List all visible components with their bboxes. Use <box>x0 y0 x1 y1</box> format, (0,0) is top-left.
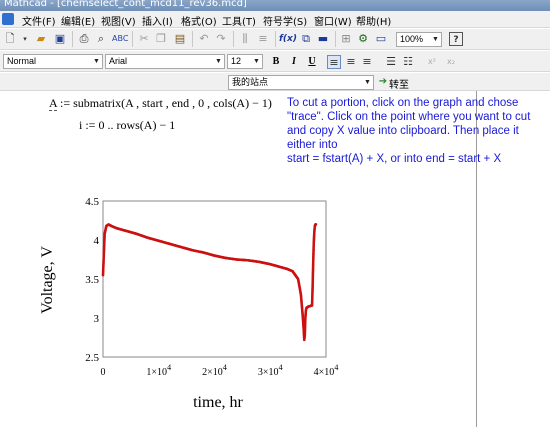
note-line: "trace". Click on the point where you wa… <box>287 111 531 123</box>
align-right-icon[interactable]: ≡ <box>360 55 374 69</box>
font-size-select[interactable]: 12 ▼ <box>227 54 263 69</box>
range-expression: 0 .. rows(A) − 1 <box>98 118 176 132</box>
range-definition[interactable]: i := 0 .. rows(A) − 1 <box>79 118 175 133</box>
spell-check-icon[interactable]: ABC <box>112 32 128 46</box>
insert-hyperlink-icon[interactable]: ⊞ <box>339 32 353 46</box>
toolbar-separator <box>192 31 193 47</box>
align-across-icon[interactable]: ⫼ <box>238 32 252 46</box>
insert-unit-icon[interactable]: ⧉ <box>299 32 313 46</box>
help-icon[interactable]: ? <box>449 32 463 46</box>
chevron-down-icon: ▼ <box>215 58 222 65</box>
undo-icon[interactable]: ↶ <box>197 32 211 46</box>
go-button[interactable]: 转至 <box>389 76 409 91</box>
bullet-list-icon[interactable]: ☰ <box>384 55 398 69</box>
insert-function-icon[interactable]: f(x) <box>279 32 297 46</box>
run-script-icon[interactable]: ▭ <box>374 32 388 46</box>
align-center-icon[interactable]: ≡ <box>344 55 358 69</box>
note-line: To cut a portion, click on the graph and… <box>287 97 519 109</box>
note-line: start = fstart(A) + X, or into end = sta… <box>287 153 502 165</box>
numbered-list-icon[interactable]: ☷ <box>401 55 415 69</box>
chevron-down-icon: ▼ <box>93 58 100 65</box>
style-value: Normal <box>7 56 37 66</box>
chevron-down-icon: ▼ <box>253 58 260 65</box>
menu-tools[interactable]: 工具(T) <box>222 13 256 28</box>
align-left-icon[interactable]: ≡ <box>327 55 341 69</box>
print-icon[interactable]: ⎙ <box>77 32 91 46</box>
menu-symbolics[interactable]: 符号学(S) <box>263 13 307 28</box>
menu-view[interactable]: 视图(V) <box>101 13 136 28</box>
menu-insert[interactable]: 插入(I) <box>142 13 173 28</box>
toolbar-separator <box>233 31 234 47</box>
align-down-icon[interactable]: ≡ <box>256 32 270 46</box>
bold-button[interactable]: B <box>269 55 283 69</box>
chevron-down-icon: ▼ <box>432 36 439 43</box>
menu-bar: 文件(F) 编辑(E) 视图(V) 插入(I) 格式(O) 工具(T) 符号学(… <box>0 11 550 28</box>
chevron-down-icon: ▼ <box>364 79 371 86</box>
app-logo-icon[interactable] <box>2 13 14 25</box>
new-document-icon[interactable]: 🗋 <box>3 32 17 46</box>
font-select[interactable]: Arial ▼ <box>105 54 225 69</box>
title-bar: Mathcad - [chemselect_cont_mcd11_rev36.m… <box>0 0 550 11</box>
save-icon[interactable]: ▣ <box>53 32 67 46</box>
variable-i: i <box>79 118 83 132</box>
underline-button[interactable]: U <box>305 55 319 69</box>
paste-icon[interactable]: ▤ <box>173 32 187 46</box>
window-title: Mathcad - [chemselect_cont_mcd11_rev36.m… <box>4 0 247 9</box>
submatrix-definition[interactable]: A := submatrix(A , start , end , 0 , col… <box>49 96 272 111</box>
open-folder-icon[interactable]: ▰ <box>34 32 48 46</box>
note-line: and copy X value into clipboard. Then pl… <box>287 125 519 137</box>
calculate-icon[interactable]: ▬ <box>316 32 330 46</box>
location-value: 我的站点 <box>232 77 269 87</box>
font-value: Arial <box>109 56 128 66</box>
print-preview-icon[interactable]: ⌕ <box>94 32 108 46</box>
subscript-icon[interactable]: x₂ <box>444 55 458 69</box>
new-dropdown-icon[interactable]: ▾ <box>18 32 32 46</box>
italic-button[interactable]: I <box>287 55 301 69</box>
resources-toolbar: 我的站点 ▼ ➔ 转至 <box>0 73 550 91</box>
menu-format[interactable]: 格式(O) <box>181 13 217 28</box>
component-wizard-icon[interactable]: ⚙ <box>356 32 370 46</box>
define-operator: := <box>60 96 71 110</box>
cut-icon[interactable]: ✂ <box>137 32 151 46</box>
toolbar-separator <box>275 31 276 47</box>
redo-icon[interactable]: ↷ <box>214 32 228 46</box>
instruction-note[interactable]: To cut a portion, click on the graph and… <box>287 96 531 166</box>
menu-edit[interactable]: 编辑(E) <box>61 13 95 28</box>
menu-window[interactable]: 窗口(W) <box>314 13 352 28</box>
toolbar-separator <box>132 31 133 47</box>
zoom-value: 100% <box>400 34 424 44</box>
font-size-value: 12 <box>231 56 242 66</box>
variable-a: A <box>49 96 58 111</box>
submatrix-expression: submatrix(A , start , end , 0 , cols(A) … <box>73 96 272 110</box>
page-boundary <box>476 91 477 427</box>
superscript-icon[interactable]: x² <box>425 55 439 69</box>
toolbar-separator <box>335 31 336 47</box>
note-line: either into <box>287 139 338 151</box>
menu-help[interactable]: 帮助(H) <box>356 13 391 28</box>
zoom-select[interactable]: 100% ▼ <box>396 32 442 47</box>
location-select[interactable]: 我的站点 ▼ <box>228 75 374 90</box>
menu-file[interactable]: 文件(F) <box>22 13 56 28</box>
copy-icon[interactable]: ❐ <box>154 32 168 46</box>
style-select[interactable]: Normal ▼ <box>3 54 103 69</box>
go-arrow-icon[interactable]: ➔ <box>376 75 390 89</box>
standard-toolbar: 🗋 ▾ ▰ ▣ ⎙ ⌕ ABC ✂ ❐ ▤ ↶ ↷ ⫼ ≡ f(x) ⧉ ▬ ⊞… <box>0 29 550 50</box>
formatting-toolbar: Normal ▼ Arial ▼ 12 ▼ B I U ≡ ≡ ≡ ☰ ☷ x² x₂ <box>0 51 550 72</box>
define-operator: := <box>85 118 96 132</box>
toolbar-separator <box>72 31 73 47</box>
